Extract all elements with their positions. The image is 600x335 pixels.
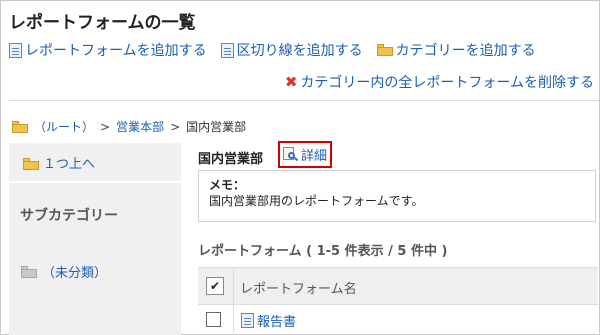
breadcrumb: （ルート） > 営業本部 > 国内営業部 — [12, 118, 246, 135]
table-row[interactable]: 報告書 — [241, 311, 296, 330]
breadcrumb-separator: > — [100, 119, 111, 134]
memo-box: メモ： 国内営業部用のレポートフォームです。 — [198, 170, 596, 222]
separator-icon — [220, 42, 234, 58]
up-label: １つ上へ — [43, 157, 96, 172]
form-icon — [241, 313, 254, 328]
delete-all-label: カテゴリー内の全レポートフォームを削除する — [300, 75, 594, 91]
delete-all-link[interactable]: ✖ カテゴリー内の全レポートフォームを削除する — [285, 72, 594, 92]
column-divider — [233, 267, 234, 303]
add-category-label: カテゴリーを追加する — [395, 43, 536, 59]
toolbar: レポートフォームを追加する 区切り線を追加する カテゴリーを追加する — [9, 40, 536, 60]
uncategorized-link[interactable]: （未分類） — [21, 262, 107, 281]
divider — [9, 100, 599, 101]
up-one-level-link[interactable]: １つ上へ — [21, 153, 95, 172]
magnifier-icon — [282, 147, 299, 162]
category-name: 国内営業部 — [198, 152, 264, 167]
doc-add-icon — [9, 42, 22, 58]
breadcrumb-current: 国内営業部 — [186, 120, 247, 134]
folder-icon — [21, 265, 37, 278]
folder-up-icon — [21, 156, 39, 170]
delete-icon: ✖ — [284, 73, 298, 91]
breadcrumb-root[interactable]: （ルート） — [34, 118, 94, 135]
subcategory-heading: サブカテゴリー — [20, 208, 118, 224]
page-title: レポートフォームの一覧 — [9, 13, 196, 33]
folder-icon — [12, 120, 28, 133]
column-divider — [233, 303, 234, 335]
folder-add-icon — [376, 44, 393, 56]
breadcrumb-separator: > — [170, 119, 181, 134]
add-category-link[interactable]: カテゴリーを追加する — [376, 40, 536, 60]
row-checkbox[interactable] — [206, 312, 221, 327]
add-form-link[interactable]: レポートフォームを追加する — [9, 40, 207, 60]
detail-label: 詳細 — [300, 149, 327, 164]
column-header-name: レポートフォーム名 — [240, 282, 357, 297]
add-separator-link[interactable]: 区切り線を追加する — [220, 40, 363, 60]
uncategorized-label: （未分類） — [42, 266, 108, 281]
memo-text: 国内営業部用のレポートフォームです。 — [209, 194, 424, 208]
memo-label: メモ： — [209, 178, 246, 192]
select-all-checkbox[interactable]: ✔ — [206, 277, 224, 295]
breadcrumb-level1[interactable]: 営業本部 — [116, 118, 164, 135]
sidebar: １つ上へ サブカテゴリー （未分類） — [9, 143, 181, 335]
form-name: 報告書 — [257, 315, 297, 330]
forms-heading: レポートフォーム ( 1-5 件表示 / 5 件中 ) — [198, 244, 448, 259]
detail-link[interactable]: 詳細 — [278, 141, 332, 168]
add-separator-label: 区切り線を追加する — [236, 43, 363, 59]
add-form-label: レポートフォームを追加する — [25, 43, 207, 59]
sidebar-divider — [9, 181, 181, 183]
